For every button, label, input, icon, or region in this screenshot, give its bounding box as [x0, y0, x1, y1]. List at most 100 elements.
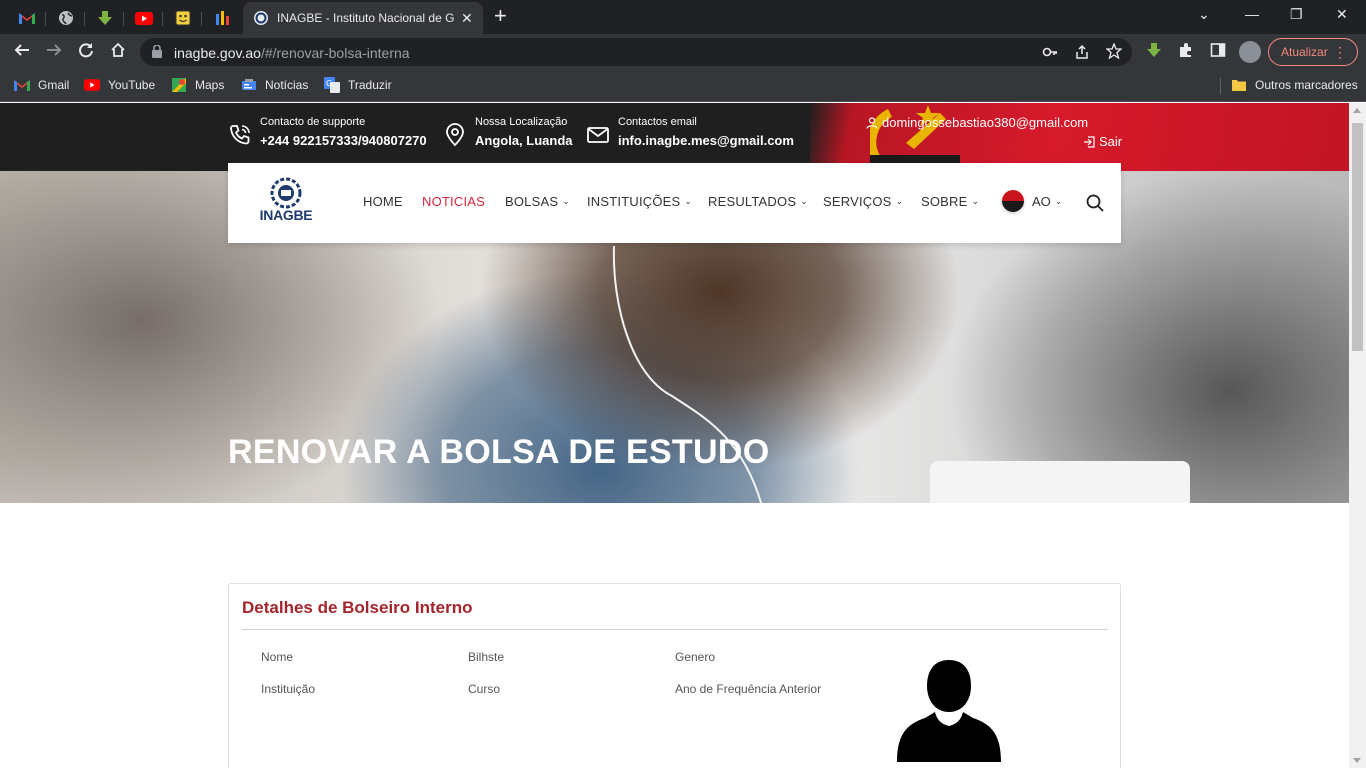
- translate-icon: G: [324, 77, 340, 93]
- restore-icon[interactable]: ❐: [1290, 6, 1303, 23]
- nav-label: RESULTADOS: [708, 194, 797, 209]
- nav-label: BOLSAS: [505, 194, 559, 209]
- back-icon[interactable]: [14, 42, 30, 64]
- bookmark-gmail[interactable]: Gmail: [14, 77, 69, 93]
- other-bookmarks[interactable]: Outros marcadores: [1231, 77, 1358, 93]
- nav-servicos[interactable]: SERVIÇOS ⌄: [823, 194, 903, 209]
- bookmark-label: Gmail: [38, 78, 70, 92]
- other-bookmarks-label: Outros marcadores: [1255, 78, 1358, 92]
- contact-bar: Contacto de supporte +244 922157333/9408…: [0, 103, 1349, 171]
- field-instituicao: Instituição: [261, 682, 316, 696]
- location-label: Nossa Localização: [475, 116, 568, 128]
- tab-globe[interactable]: [47, 4, 85, 32]
- nav-bolsas[interactable]: BOLSAS ⌄: [505, 194, 570, 209]
- nav-sobre[interactable]: SOBRE ⌄: [921, 194, 979, 209]
- lock-icon: [152, 45, 162, 58]
- scroll-down-icon[interactable]: [1353, 758, 1361, 763]
- tab-bars[interactable]: [203, 4, 241, 32]
- field-genero: Genero: [675, 650, 716, 664]
- nav-instituicoes[interactable]: INSTITUIÇÕES ⌄: [587, 194, 692, 209]
- home-icon[interactable]: [110, 42, 126, 64]
- laptop-image: [930, 461, 1190, 503]
- scrollbar-thumb[interactable]: [1352, 123, 1363, 351]
- url-domain: inagbe.gov.ao: [174, 45, 261, 61]
- close-tab-icon[interactable]: ✕: [461, 10, 473, 27]
- nav-label: SOBRE: [921, 194, 968, 209]
- tab-gmail[interactable]: [8, 4, 46, 32]
- bookmark-label: Maps: [195, 78, 225, 92]
- youtube-icon: [135, 11, 153, 25]
- extensions-puzzle-icon[interactable]: [1178, 42, 1194, 64]
- logged-user[interactable]: domingossebastiao380@gmail.com: [866, 115, 1088, 130]
- user-icon: [866, 116, 878, 129]
- inagbe-favicon-icon: [254, 11, 268, 25]
- bookmark-translate[interactable]: G Traduzir: [324, 77, 392, 93]
- web-page: Contacto de supporte +244 922157333/9408…: [0, 103, 1349, 768]
- download-extension-icon[interactable]: [1146, 42, 1162, 64]
- email-label: Contactos email: [618, 116, 697, 128]
- close-window-icon[interactable]: ✕: [1336, 6, 1348, 23]
- bookmark-news[interactable]: Notícias: [241, 77, 308, 93]
- svg-text:G: G: [326, 79, 332, 88]
- language-selector[interactable]: AO ⌄: [1002, 190, 1062, 212]
- gmail-icon: [14, 77, 30, 93]
- active-tab-title: INAGBE - Instituto Nacional de G: [277, 11, 455, 25]
- share-icon[interactable]: [1074, 44, 1090, 65]
- bookmark-youtube[interactable]: YouTube: [84, 77, 155, 93]
- active-tab[interactable]: INAGBE - Instituto Nacional de G ✕: [243, 2, 483, 34]
- inagbe-logo[interactable]: INAGBE: [256, 177, 316, 233]
- gmail-icon: [19, 13, 35, 24]
- email-contact: Contactos email info.inagbe.mes@gmail.co…: [586, 115, 794, 150]
- bookmark-label: Notícias: [265, 78, 309, 92]
- news-icon: [241, 77, 257, 93]
- minimize-icon[interactable]: —: [1245, 6, 1259, 22]
- bookmark-maps[interactable]: Maps: [171, 77, 224, 93]
- details-title: Detalhes de Bolseiro Interno: [242, 598, 473, 617]
- reload-icon[interactable]: [78, 42, 94, 64]
- url-text: inagbe.gov.ao/#/renovar-bolsa-interna: [174, 45, 410, 61]
- logo-emblem-icon: [270, 177, 302, 209]
- forward-icon[interactable]: [46, 42, 62, 64]
- scroll-up-icon[interactable]: [1353, 108, 1361, 113]
- search-icon[interactable]: [1086, 194, 1104, 212]
- download-arrow-icon: [98, 11, 112, 25]
- tab-youtube[interactable]: [125, 4, 163, 32]
- tab-emoji[interactable]: [164, 4, 202, 32]
- chevron-down-icon: ⌄: [800, 196, 808, 206]
- logout-link[interactable]: Sair: [1083, 134, 1122, 149]
- side-panel-icon[interactable]: [1210, 42, 1226, 64]
- details-divider: [242, 629, 1108, 630]
- scholar-details-card: Detalhes de Bolseiro Interno Nome Bilhst…: [228, 583, 1121, 768]
- bar-chart-icon: [216, 11, 229, 25]
- update-button-label: Atualizar: [1281, 45, 1328, 59]
- location-contact: Nossa Localização Angola, Luanda: [443, 115, 573, 150]
- nav-home[interactable]: HOME: [363, 194, 403, 209]
- new-tab-icon[interactable]: +: [494, 5, 507, 27]
- angola-flag-banner: [810, 103, 1349, 171]
- url-path: /#/renovar-bolsa-interna: [260, 45, 410, 61]
- address-bar[interactable]: inagbe.gov.ao/#/renovar-bolsa-interna: [140, 38, 1132, 66]
- page-title: RENOVAR A BOLSA DE ESTUDO: [228, 433, 770, 471]
- phone-icon: [230, 125, 250, 145]
- nav-resultados[interactable]: RESULTADOS ⌄: [708, 194, 808, 209]
- youtube-icon: [84, 77, 100, 93]
- tab-search-icon[interactable]: ⌄: [1198, 6, 1210, 23]
- nav-noticias[interactable]: NOTICIAS: [422, 194, 485, 209]
- smiley-icon: [175, 10, 191, 26]
- tab-download[interactable]: [86, 4, 124, 32]
- angola-flag-icon: [1002, 190, 1024, 212]
- key-icon[interactable]: [1042, 44, 1058, 65]
- star-icon[interactable]: [1105, 42, 1123, 64]
- nav-label: INSTITUIÇÕES: [587, 194, 681, 209]
- bookmarks-bar: Gmail YouTube Maps Notícias G Traduzir O…: [0, 70, 1366, 102]
- page-scrollbar[interactable]: [1349, 103, 1366, 768]
- mail-icon: [587, 127, 609, 143]
- update-button[interactable]: Atualizar ⋮: [1268, 38, 1358, 66]
- email-value: info.inagbe.mes@gmail.com: [618, 133, 794, 148]
- chevron-down-icon: ⌄: [1054, 195, 1063, 206]
- nav-label: NOTICIAS: [422, 194, 485, 209]
- browser-toolbar: inagbe.gov.ao/#/renovar-bolsa-interna At…: [0, 34, 1366, 70]
- profile-avatar[interactable]: [1239, 41, 1261, 63]
- bookmarks-divider: [1220, 78, 1221, 94]
- chevron-down-icon: ⌄: [684, 196, 693, 206]
